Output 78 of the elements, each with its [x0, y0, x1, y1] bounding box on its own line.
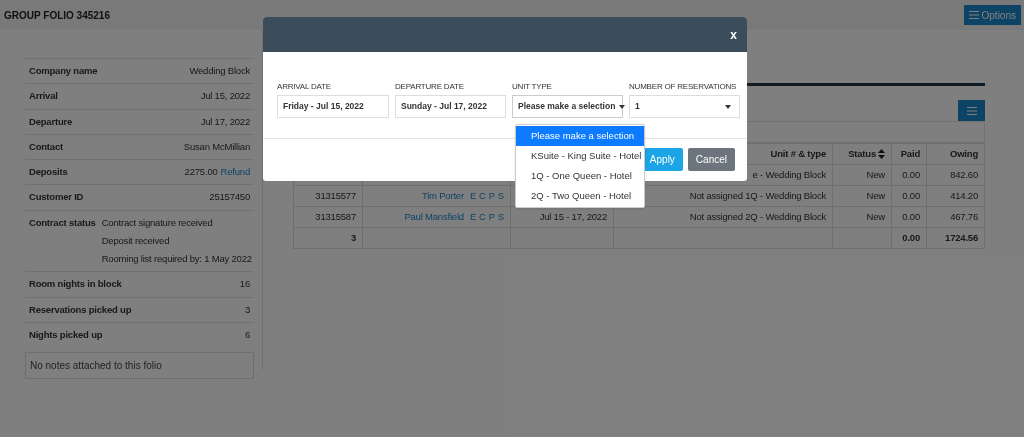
owing-amount: 414.20	[950, 189, 978, 201]
dropdown-option[interactable]: 2Q - Two Queen - Hotel	[516, 186, 644, 206]
field-label: Customer ID	[29, 190, 84, 205]
field-label: Contact	[29, 139, 63, 154]
menu-icon	[968, 11, 979, 19]
caret-icon	[725, 104, 731, 109]
field-value: Jul 17, 2022	[200, 114, 250, 129]
field-value: Rooming list required by: 1 May 2022	[101, 252, 252, 266]
reservation-id: 31315577	[315, 189, 356, 201]
unit-type: e - Wedding Block	[752, 168, 826, 180]
select-field[interactable]: Please make a selection	[512, 95, 623, 118]
sort-icon[interactable]	[878, 149, 885, 160]
notes-box: No notes attached to this folio	[25, 352, 254, 379]
refund-link[interactable]: Refund	[220, 165, 250, 180]
guest-link[interactable]: Paul Mansfield	[404, 209, 464, 225]
caret-icon	[619, 104, 626, 109]
field-value: Jul 15, 2022	[200, 89, 250, 104]
field-value: Susan McMillian	[183, 139, 250, 154]
action-link[interactable]: C	[479, 209, 486, 225]
unit-type: Not assigned 1Q - Wedding Block	[689, 189, 826, 201]
field-label: Company name	[29, 64, 98, 78]
menu-button[interactable]	[958, 100, 985, 121]
status-text: New	[866, 210, 885, 222]
field-value: 16	[239, 277, 250, 292]
close-button[interactable]: x	[730, 25, 737, 44]
field-label: UNIT TYPE	[512, 81, 553, 93]
menu-icon	[966, 106, 977, 115]
action-link[interactable]: S	[497, 209, 504, 225]
dropdown-option[interactable]: Please make a selection	[516, 126, 644, 146]
column-header: Unit # & type	[770, 147, 826, 159]
date-field[interactable]: Friday - Jul 15, 2022	[277, 95, 389, 118]
field-label: Reservations picked up	[29, 302, 132, 317]
field-value: Wedding Block	[189, 64, 250, 78]
field-label: ARRIVAL DATE	[277, 81, 332, 93]
action-link[interactable]: P	[488, 188, 495, 204]
dropdown-option[interactable]: KSuite - King Suite - Hotel	[516, 146, 644, 166]
field-label: DEPARTURE DATE	[395, 81, 465, 93]
field-label: Departure	[29, 114, 73, 129]
action-link[interactable]: E	[469, 188, 477, 204]
action-link[interactable]: P	[488, 209, 495, 225]
action-link[interactable]: S	[497, 188, 504, 204]
paid-amount: 0.00	[902, 189, 920, 201]
field-label: Deposits	[29, 165, 68, 179]
total-count: 3	[350, 231, 356, 243]
field-label: Room nights in block	[29, 277, 122, 292]
status-text: New	[866, 189, 885, 201]
cancel-button[interactable]: Cancel	[687, 148, 735, 171]
field-value: 25157450	[209, 190, 250, 205]
owing-amount: 842.60	[950, 168, 978, 180]
field-label: Arrival	[29, 89, 58, 104]
field-label: Contract status	[29, 215, 96, 230]
guest-link[interactable]: Tim Porter	[421, 188, 464, 204]
owing-amount: 467.76	[950, 210, 978, 222]
column-header: Paid	[900, 147, 920, 159]
dropdown-option[interactable]: 1Q - One Queen - Hotel	[516, 166, 644, 186]
action-link[interactable]: E	[469, 209, 477, 225]
field-value: 6	[244, 327, 250, 342]
page-title: GROUP FOLIO 345216	[4, 8, 110, 23]
stay-dates: Jul 15 - 17, 2022	[539, 210, 607, 222]
owing-total: 1724.56	[945, 231, 978, 243]
status-text: New	[866, 168, 885, 180]
field-value: Contract signature received	[101, 215, 213, 230]
field-value: 3	[244, 302, 250, 317]
field-label: Nights picked up	[29, 327, 103, 342]
field-value: 2275.00	[184, 165, 218, 179]
field-value: Deposit received	[101, 233, 170, 248]
select-field[interactable]: 1	[629, 95, 740, 118]
field-label: NUMBER OF RESERVATIONS	[629, 81, 738, 93]
reservation-id: 31315587	[315, 210, 356, 222]
column-header: Status	[848, 147, 876, 159]
column-header: Owing	[949, 147, 978, 159]
unit-type: Not assigned 2Q - Wedding Block	[689, 210, 826, 222]
action-link[interactable]: C	[479, 188, 486, 204]
paid-total: 0.00	[902, 231, 920, 243]
date-field[interactable]: Sunday - Jul 17, 2022	[395, 95, 506, 118]
paid-amount: 0.00	[902, 210, 920, 222]
options-button[interactable]: Options	[963, 5, 1021, 25]
paid-amount: 0.00	[902, 168, 920, 180]
